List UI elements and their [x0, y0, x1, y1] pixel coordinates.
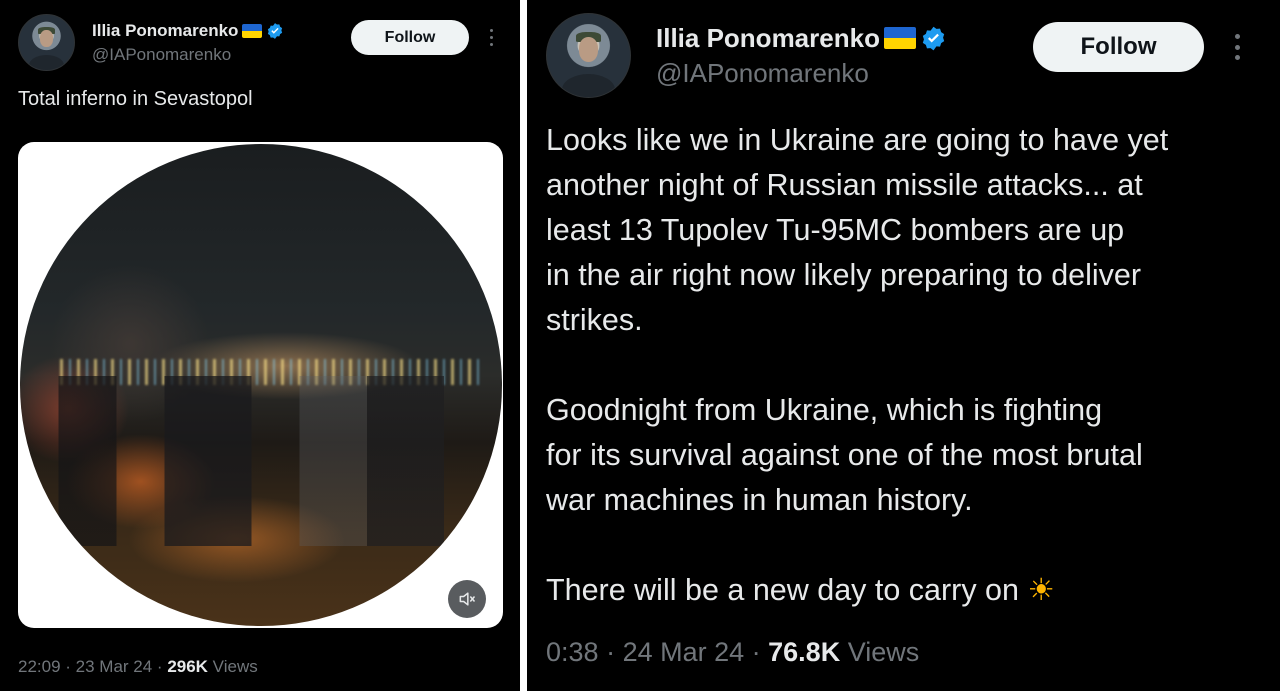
meta-separator: · [60, 657, 76, 676]
meta-separator: · [744, 637, 769, 667]
tweet-text: Looks like we in Ukraine are going to ha… [546, 118, 1271, 613]
tweet-text: Total inferno in Sevastopol [18, 88, 253, 110]
tweet-time[interactable]: 0:38 [546, 637, 599, 667]
author-name-row[interactable]: Illia Ponomarenko [92, 20, 284, 42]
sun-emoji: ☀ [1027, 573, 1055, 607]
author-name[interactable]: Illia Ponomarenko [656, 23, 880, 54]
left-tweet-panel: Illia Ponomarenko @IAPonomarenko Follow … [0, 0, 520, 691]
ukraine-flag-icon [242, 24, 263, 38]
tweet-date[interactable]: 24 Mar 24 [623, 637, 745, 667]
meta-separator: · [152, 657, 168, 676]
follow-button[interactable]: Follow [351, 20, 469, 55]
author-name-row[interactable]: Illia Ponomarenko [656, 22, 947, 54]
tweet-meta: 0:38 · 24 Mar 24 · 76.8K Views [546, 637, 919, 668]
author-name[interactable]: Illia Ponomarenko [92, 21, 238, 41]
right-tweet-panel: Illia Ponomarenko @IAPonomarenko Follow … [527, 0, 1280, 691]
verified-badge-icon[interactable] [266, 22, 284, 40]
ukraine-flag-icon [883, 27, 916, 49]
views-count[interactable]: 296K [167, 657, 208, 676]
video-frame[interactable] [20, 144, 502, 626]
views-label: Views [840, 637, 920, 667]
buildings-silhouette [20, 376, 502, 546]
more-options-icon[interactable] [489, 29, 493, 46]
follow-button[interactable]: Follow [1033, 22, 1204, 72]
tweet-meta: 22:09 · 23 Mar 24 · 296K Views [18, 657, 258, 677]
tweet-time[interactable]: 22:09 [18, 657, 61, 676]
tweet-date[interactable]: 23 Mar 24 [76, 657, 153, 676]
muted-speaker-icon [459, 592, 476, 606]
tweet-body: Looks like we in Ukraine are going to ha… [546, 123, 1169, 607]
verified-badge-icon[interactable] [920, 25, 947, 52]
mute-button[interactable] [448, 580, 486, 618]
author-avatar[interactable] [18, 14, 75, 71]
meta-separator: · [598, 637, 623, 667]
more-options-icon[interactable] [1234, 34, 1240, 60]
views-count[interactable]: 76.8K [768, 637, 840, 667]
panel-divider [520, 0, 527, 691]
author-avatar[interactable] [546, 13, 631, 98]
author-handle[interactable]: @IAPonomarenko [92, 45, 231, 65]
author-handle[interactable]: @IAPonomarenko [656, 58, 869, 89]
views-label: Views [207, 657, 258, 676]
tweet-video[interactable] [18, 142, 503, 628]
